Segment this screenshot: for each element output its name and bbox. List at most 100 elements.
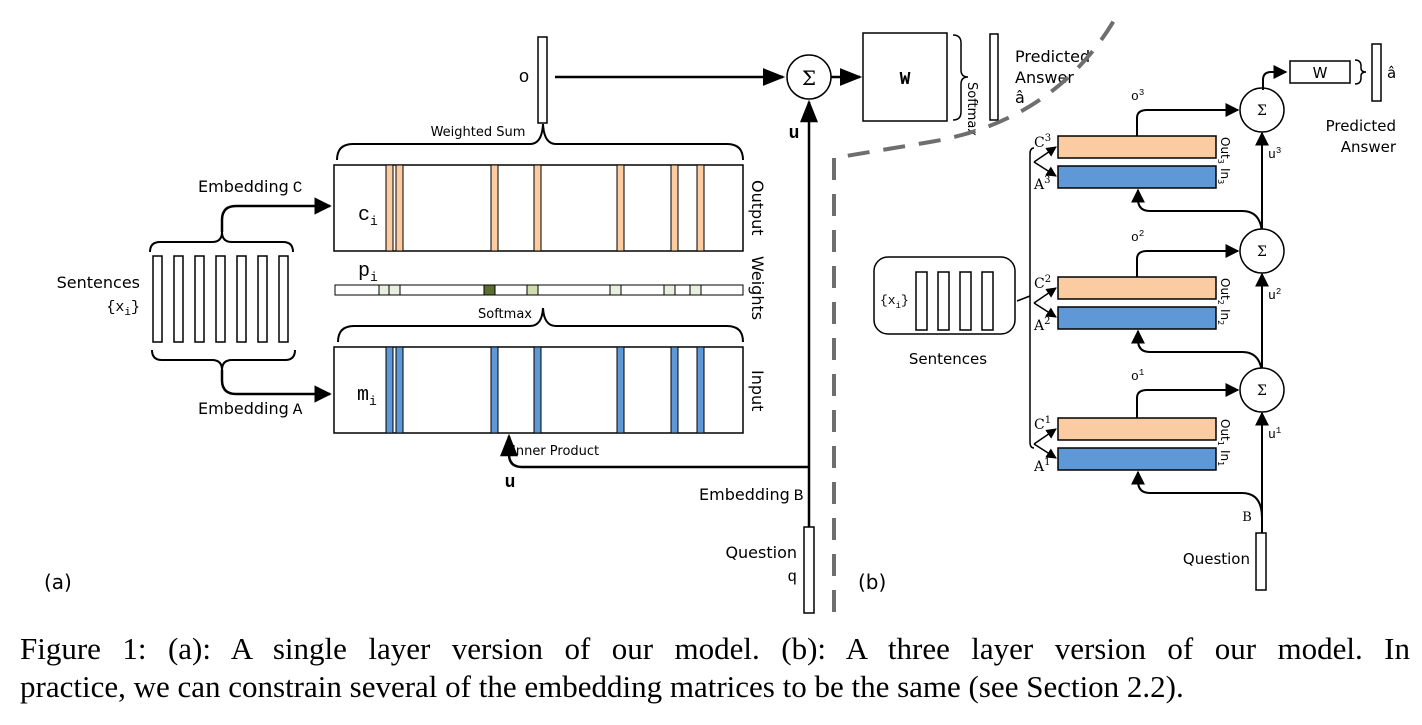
sentence-vector-b xyxy=(937,271,950,331)
sentence-vector xyxy=(257,255,268,343)
sentence-vector xyxy=(173,255,184,343)
c-label-2: C2 xyxy=(1034,274,1051,292)
sentences-label-b: Sentences xyxy=(909,350,987,368)
brace-sentences-bottom xyxy=(151,349,296,371)
u-sup: 2 xyxy=(1276,287,1281,297)
brace-w-b xyxy=(1354,59,1367,85)
output-memory-2 xyxy=(1057,276,1217,300)
memory-layer-1: C1 A1 Out1 In1 o1 Σu1 xyxy=(1033,367,1285,533)
o-label-2: o2 xyxy=(1131,229,1144,245)
in-label-1: In1 xyxy=(1216,450,1232,466)
weight-cell xyxy=(483,284,496,296)
arrow-to-a-2 xyxy=(1033,302,1057,318)
in-sub: 1 xyxy=(1216,461,1225,466)
sentence-vector-b xyxy=(915,271,928,331)
out-sub: 1 xyxy=(1216,441,1225,446)
sum-symbol-3: Σ xyxy=(1257,103,1267,119)
a-hat-b: â xyxy=(1387,64,1396,82)
output-memory-slot xyxy=(395,164,404,252)
memory-network-figure: Sentences {xi} Embedding C Embedding A ci … xyxy=(44,9,1397,614)
input-memory-3 xyxy=(1057,165,1217,189)
u-label-top: u xyxy=(789,124,800,144)
input-memory-slot xyxy=(533,346,542,434)
arrow-to-a-1 xyxy=(1033,443,1057,459)
o-label-1: o1 xyxy=(1131,368,1144,384)
in-arrow-2 xyxy=(1131,329,1263,378)
sentences-label-a: Sentences xyxy=(57,273,140,292)
brace-softmax xyxy=(337,307,744,343)
input-label: Input xyxy=(748,370,767,411)
p-i-symbol: pi xyxy=(358,260,378,285)
w-label-a: W xyxy=(900,70,911,90)
arrow-embedding-a xyxy=(220,370,332,403)
sentence-vector-b xyxy=(959,271,972,331)
output-memory-1 xyxy=(1057,417,1217,441)
input-memory-slot xyxy=(696,346,705,434)
embedding-a-label: Embedding A xyxy=(198,399,303,419)
sum-symbol-a: Σ xyxy=(802,66,816,90)
o-arrow-3 xyxy=(1136,103,1240,136)
out-sub: 3 xyxy=(1216,159,1225,164)
sum-symbol-2: Σ xyxy=(1257,244,1267,260)
sentences-fork xyxy=(1016,295,1031,302)
sum-symbol-1: Σ xyxy=(1257,383,1267,399)
c-sup: 1 xyxy=(1045,415,1051,426)
weighted-sum-label: Weighted Sum xyxy=(431,125,526,140)
input-memory-2 xyxy=(1057,306,1217,330)
o-arrow-2 xyxy=(1136,244,1240,277)
o-vector xyxy=(537,36,548,124)
arrow-embedding-c xyxy=(220,197,332,232)
caption-line-1: Figure 1: (a): A single layer version of… xyxy=(20,631,1410,666)
c-label-3: C3 xyxy=(1034,133,1051,151)
u-label-1: u1 xyxy=(1268,426,1281,442)
softmax-label: Softmax xyxy=(478,307,532,322)
in-sub: 3 xyxy=(1216,179,1225,184)
in-sub: 2 xyxy=(1216,320,1225,325)
figure-caption: Figure 1: (a): A single layer version of… xyxy=(20,630,1410,706)
arrow-sum3-to-w xyxy=(1262,65,1288,90)
brace-sentences-top xyxy=(149,231,294,253)
sentence-vector-b xyxy=(981,271,994,331)
c-label-1: C1 xyxy=(1034,415,1051,433)
out-label-1: Out1 xyxy=(1216,419,1232,446)
in-arrow-3 xyxy=(1131,188,1263,237)
question-vector-b xyxy=(1255,532,1267,591)
out-label-2: Out2 xyxy=(1216,278,1232,305)
sentence-vector xyxy=(236,255,247,343)
u-label-3: u3 xyxy=(1268,146,1281,162)
output-memory-slot xyxy=(490,164,499,252)
panel-b-label: (b) xyxy=(858,570,886,594)
input-memory-slot xyxy=(490,346,499,434)
out-sub: 2 xyxy=(1216,300,1225,305)
a-sup: 2 xyxy=(1044,316,1050,327)
answer-vector-b xyxy=(1371,43,1382,102)
a-label-2: A2 xyxy=(1033,316,1051,334)
w-label-b: W xyxy=(1313,64,1328,82)
output-memory-slot xyxy=(385,164,394,252)
input-memory-slot xyxy=(670,346,679,434)
predicted-answer-a-line1: Predicted xyxy=(1015,47,1090,66)
input-memory-slot xyxy=(385,346,394,434)
brace-weighted-sum xyxy=(336,123,744,161)
predicted-answer-b-line2: Answer xyxy=(1341,138,1397,156)
softmax-vertical-label: Softmax xyxy=(964,82,979,136)
input-memory-1 xyxy=(1057,447,1217,471)
output-memory-slot xyxy=(533,164,542,252)
o-arrow-1 xyxy=(1136,383,1240,418)
weight-cell xyxy=(609,284,622,296)
embedding-b-label: Embedding B xyxy=(699,485,803,505)
weight-cell xyxy=(388,284,401,296)
a-sup: 3 xyxy=(1044,175,1050,186)
u-sup: 1 xyxy=(1276,426,1281,436)
weight-cell xyxy=(689,284,702,296)
sentence-vector xyxy=(152,255,163,343)
q-symbol-a: q xyxy=(787,568,797,586)
arrow-to-a-3 xyxy=(1033,161,1057,177)
question-vector-a xyxy=(803,526,815,614)
a-label-3: A3 xyxy=(1033,175,1051,193)
weight-cell xyxy=(526,284,539,296)
predicted-answer-b-line1: Predicted xyxy=(1326,117,1396,135)
weights-label: Weights xyxy=(748,256,767,320)
sentences-trunk xyxy=(1029,147,1035,449)
in-label-2: In2 xyxy=(1216,309,1232,325)
